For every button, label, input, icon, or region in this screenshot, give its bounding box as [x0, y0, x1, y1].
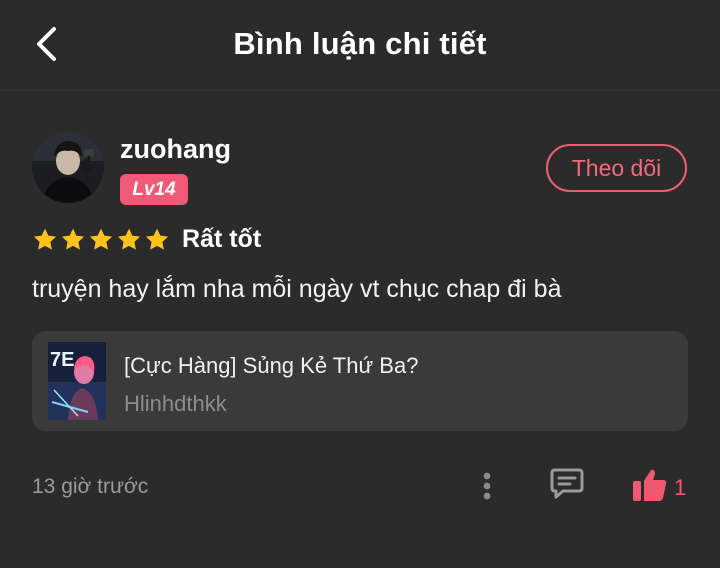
- level-badge: Lv14: [120, 174, 188, 205]
- thumbs-up-icon: [633, 469, 667, 501]
- rating-label: Rất tốt: [182, 225, 262, 253]
- reply-button[interactable]: [548, 466, 586, 502]
- comment-text: truyện hay lắm nha mỗi ngày vt chục chap…: [32, 275, 562, 303]
- more-options-button[interactable]: [474, 470, 500, 502]
- timestamp: 13 giờ trước: [32, 475, 149, 498]
- comment-icon: [550, 468, 584, 499]
- story-cover: 7E: [48, 342, 106, 420]
- avatar[interactable]: [32, 131, 104, 203]
- star-icon: [33, 228, 57, 250]
- story-title: [Cực Hàng] Sủng Kẻ Thứ Ba?: [124, 353, 419, 378]
- like-count: 1: [674, 475, 687, 500]
- story-author: Hlinhdthkk: [124, 391, 227, 416]
- page-title: Bình luận chi tiết: [233, 26, 487, 61]
- star-icon: [89, 228, 113, 250]
- rating-stars: [32, 224, 170, 256]
- story-card[interactable]: 7E [Cực Hàng] Sủng Kẻ Thứ Ba? Hlinhdthkk: [32, 331, 688, 431]
- star-icon: [117, 228, 141, 250]
- more-vertical-icon: [483, 472, 491, 500]
- username[interactable]: zuohang: [120, 134, 231, 165]
- story-cover-text: 7E: [50, 349, 74, 371]
- star-icon: [145, 228, 169, 250]
- like-button[interactable]: [630, 466, 670, 504]
- star-icon: [61, 228, 85, 250]
- follow-button[interactable]: Theo dõi: [546, 144, 687, 192]
- comment-detail-screen: Bình luận chi tiết zuohang Lv14 Theo dõi…: [0, 0, 720, 568]
- header-bar: Bình luận chi tiết: [0, 0, 720, 91]
